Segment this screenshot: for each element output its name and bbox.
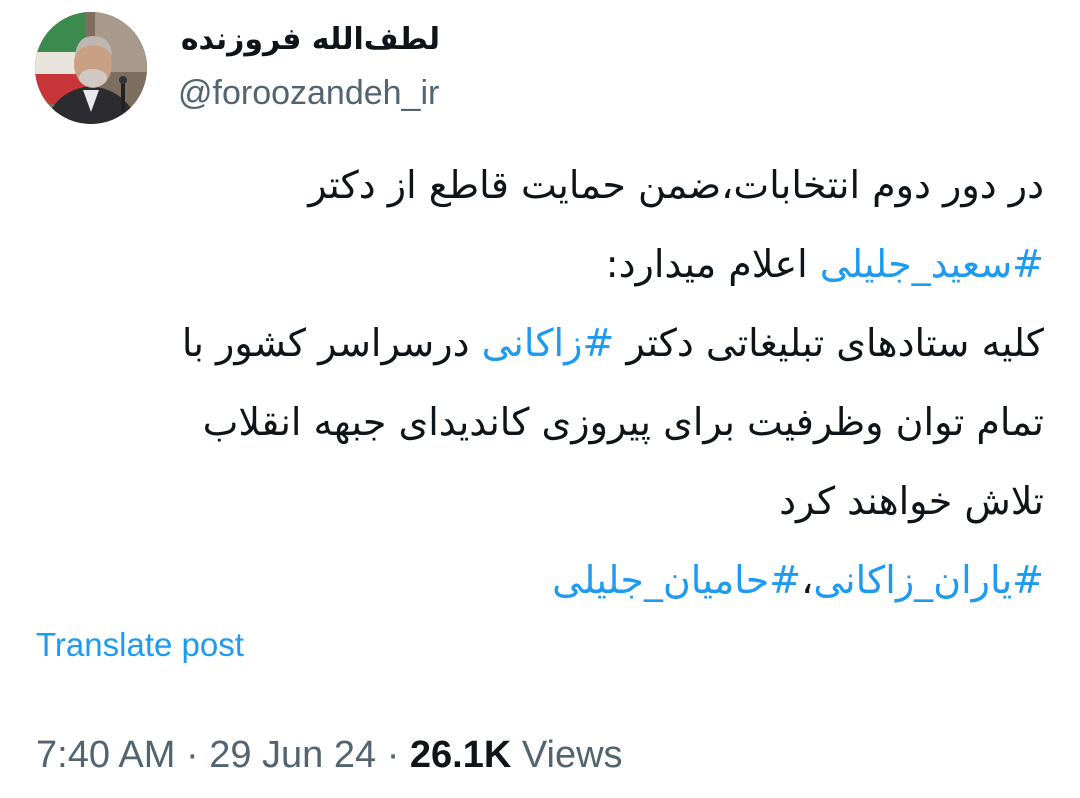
post-line: کلیه ستادهای تبلیغاتی دکتر #زاکانی درسرا… — [34, 304, 1044, 383]
translate-post-link[interactable]: Translate post — [36, 626, 244, 664]
post-text-segment: کلیه ستادهای تبلیغاتی دکتر — [614, 321, 1044, 365]
post-time[interactable]: 7:40 AM — [36, 734, 175, 776]
views-count: 26.1K — [409, 734, 512, 776]
avatar[interactable] — [35, 12, 147, 124]
views-label: Views — [521, 734, 623, 776]
post-text-segment: در دور دوم انتخابات،ضمن حمایت قاطع از دک… — [308, 163, 1044, 207]
post-line: در دور دوم انتخابات،ضمن حمایت قاطع از دک… — [34, 146, 1044, 225]
post-text-segment: تمام توان وظرفیت برای پیروزی کاندیدای جب… — [202, 400, 1044, 444]
post-line: #یاران_زاکانی،#حامیان_جلیلی — [34, 541, 1044, 620]
post-text-segment: ، — [801, 558, 814, 602]
post-line: تلاش خواهند کرد — [34, 462, 1044, 541]
separator: · — [185, 734, 210, 776]
post-text-segment: تلاش خواهند کرد — [779, 479, 1044, 523]
hashtag-link[interactable]: #حامیان_جلیلی — [552, 558, 801, 602]
author-display-name[interactable]: لطف‌الله فروزنده — [181, 22, 440, 57]
avatar-image — [35, 12, 147, 124]
tweet: لطف‌الله فروزنده @foroozandeh_ir در دور … — [0, 0, 1080, 798]
post-text-segment: اعلام میدارد: — [605, 242, 820, 286]
post-text: در دور دوم انتخابات،ضمن حمایت قاطع از دک… — [34, 146, 1044, 620]
post-line: تمام توان وظرفیت برای پیروزی کاندیدای جب… — [34, 383, 1044, 462]
post-metadata: 7:40 AM · 29 Jun 24 · 26.1K Views — [36, 734, 623, 777]
post-date[interactable]: 29 Jun 24 — [209, 734, 376, 776]
separator: · — [386, 734, 410, 776]
post-text-segment: درسراسر کشور با — [181, 321, 482, 365]
author-handle[interactable]: @foroozandeh_ir — [178, 74, 439, 113]
hashtag-link[interactable]: #سعید_جلیلی — [820, 242, 1044, 286]
post-line: #سعید_جلیلی اعلام میدارد: — [34, 225, 1044, 304]
hashtag-link[interactable]: #زاکانی — [482, 321, 615, 365]
hashtag-link[interactable]: #یاران_زاکانی — [813, 558, 1044, 602]
